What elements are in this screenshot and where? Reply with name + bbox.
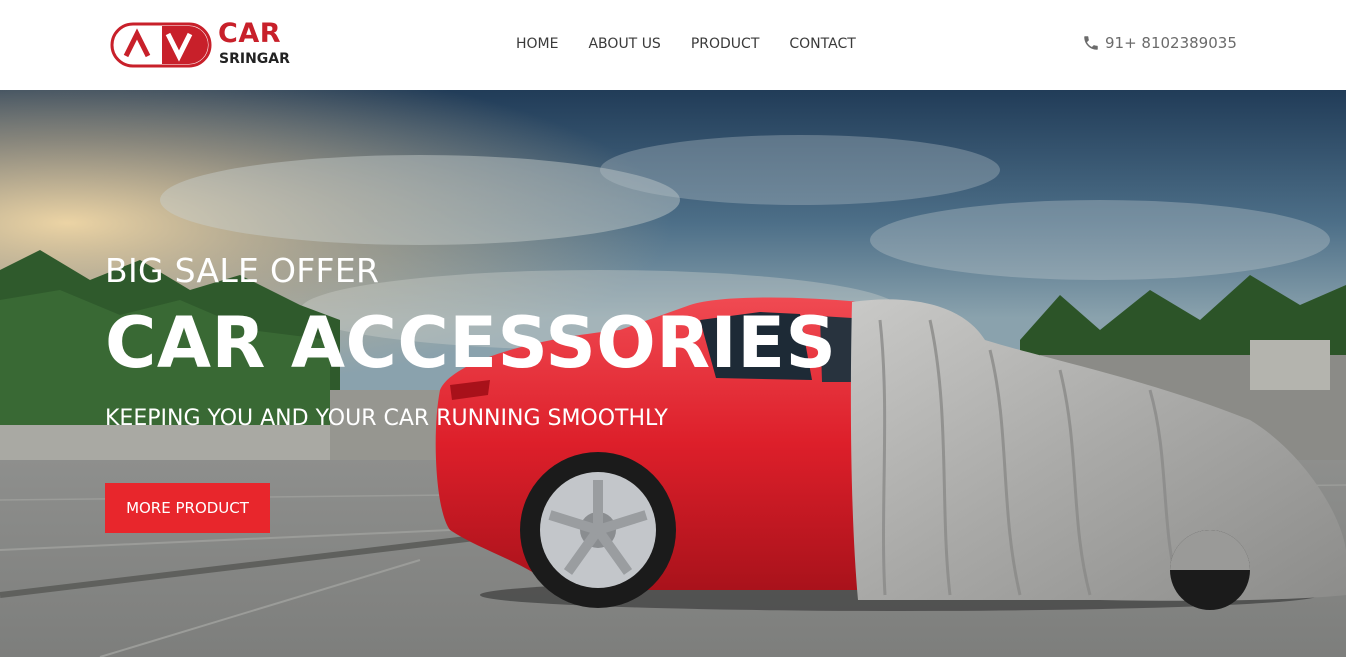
brand-subname: SRINGAR: [219, 51, 290, 67]
hero-headline: CAR ACCESSORIES: [105, 302, 837, 384]
phone-contact[interactable]: 91+ 8102389035: [1082, 34, 1237, 52]
nav-home[interactable]: HOME: [516, 35, 558, 53]
more-product-button[interactable]: MORE PRODUCT: [105, 483, 270, 533]
hero-eyebrow: BIG SALE OFFER: [105, 251, 380, 290]
brand-badge-icon: [110, 22, 212, 68]
brand-logo[interactable]: CAR SRINGAR: [110, 18, 295, 70]
main-nav: HOME ABOUT US PRODUCT CONTACT: [516, 35, 886, 53]
site-header: CAR SRINGAR HOME ABOUT US PRODUCT CONTAC…: [0, 0, 1346, 90]
nav-product[interactable]: PRODUCT: [691, 35, 760, 53]
brand-name: CAR: [218, 18, 282, 49]
phone-icon: [1084, 36, 1098, 50]
nav-contact[interactable]: CONTACT: [789, 35, 855, 53]
phone-number: 91+ 8102389035: [1105, 34, 1237, 52]
hero-banner: BIG SALE OFFER CAR ACCESSORIES KEEPING Y…: [0, 90, 1346, 657]
nav-about-us[interactable]: ABOUT US: [588, 35, 660, 53]
hero-tagline: KEEPING YOU AND YOUR CAR RUNNING SMOOTHL…: [105, 406, 668, 431]
hero-content: BIG SALE OFFER CAR ACCESSORIES KEEPING Y…: [105, 90, 865, 657]
